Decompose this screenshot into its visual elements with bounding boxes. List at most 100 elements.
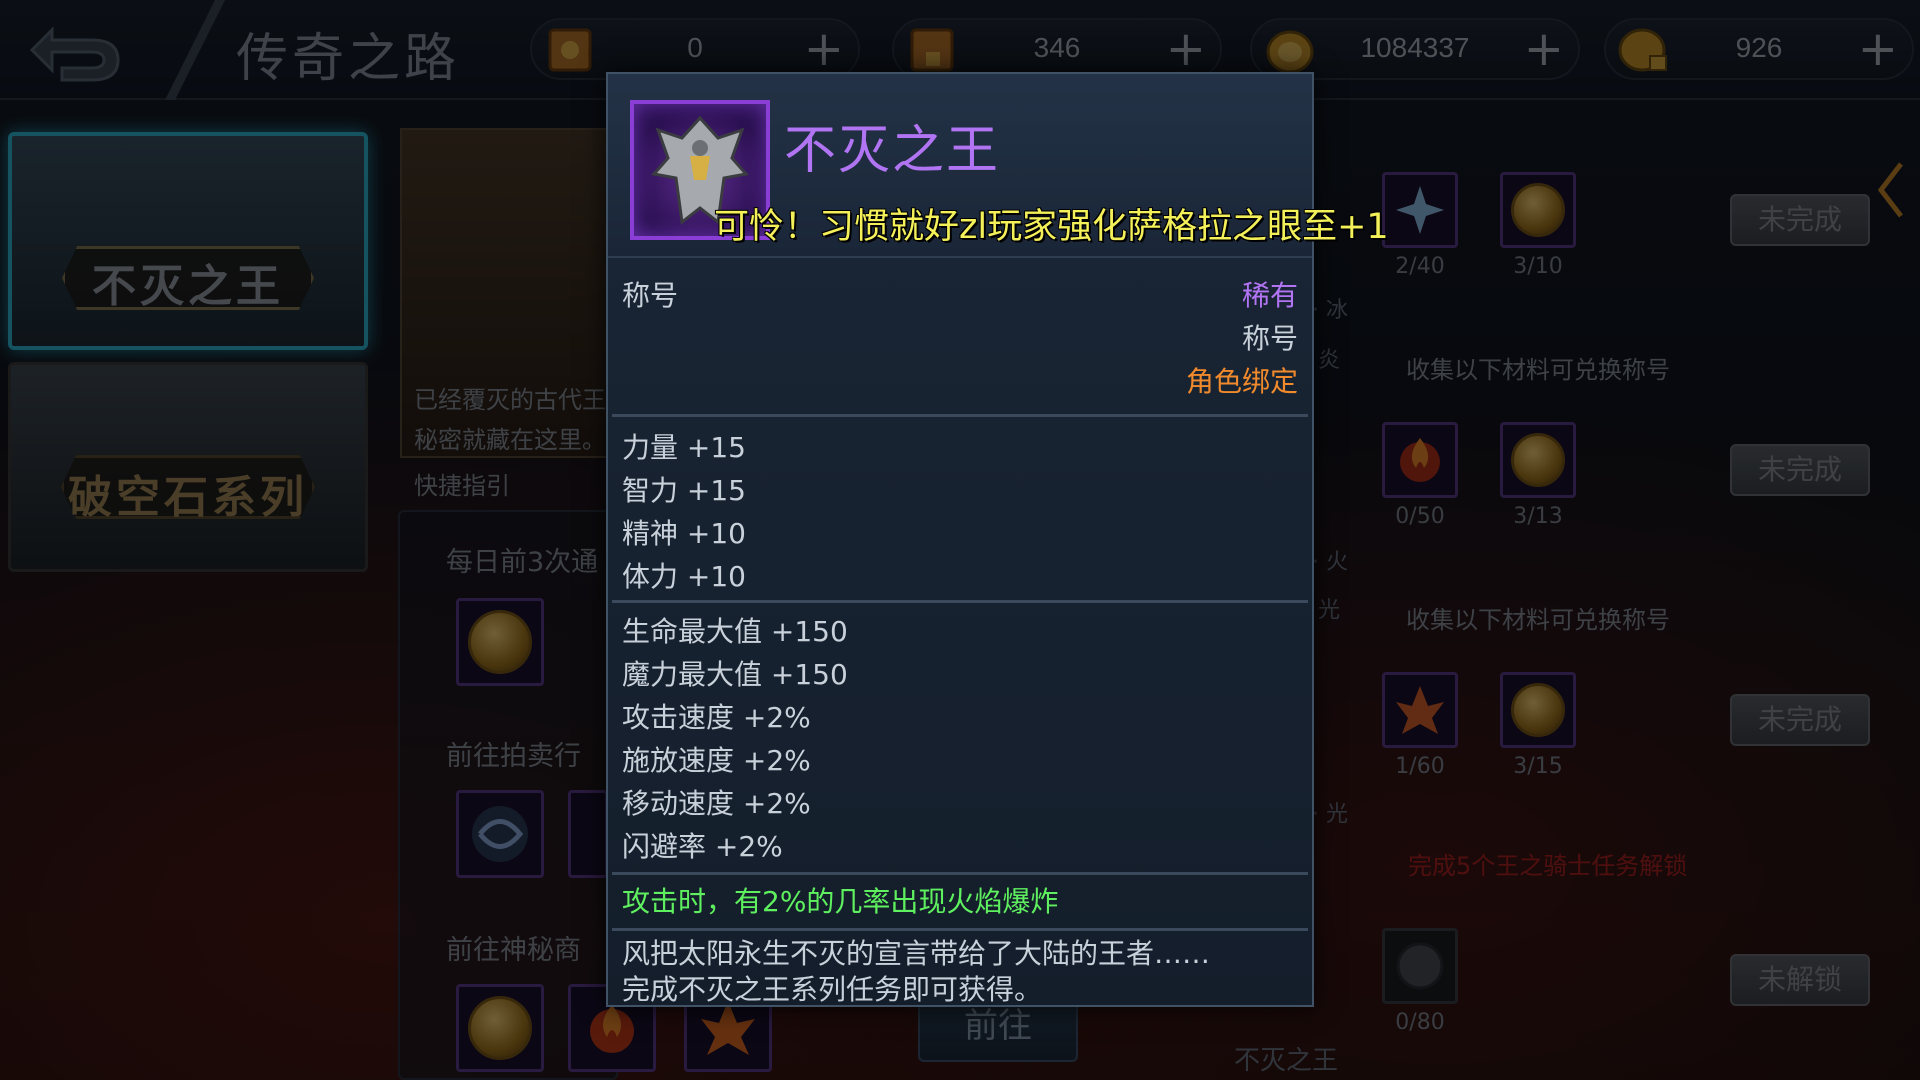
material-slot[interactable] xyxy=(456,790,544,878)
element-label: · 火 xyxy=(1312,550,1348,575)
exchange-row: 0/80 未解锁 xyxy=(1320,892,1880,1080)
material-count: 0/80 xyxy=(1395,1010,1445,1035)
add-button[interactable]: + xyxy=(1166,24,1206,74)
bottom-title-label: 不灭之王 xyxy=(1234,1046,1339,1076)
material-slot[interactable] xyxy=(1500,672,1576,748)
resource-scroll-2: 346 + xyxy=(892,18,1222,80)
resource-value: 926 xyxy=(1735,32,1783,63)
resource-value: 0 xyxy=(687,32,703,63)
stat-move-speed: 移动速度 +2% xyxy=(622,787,811,820)
element-label: · 冰 xyxy=(1312,298,1348,323)
material-count: 1/60 xyxy=(1395,754,1445,779)
type-label: 称号 xyxy=(622,279,679,312)
material-slot[interactable] xyxy=(1382,172,1458,248)
gold-coin-icon xyxy=(1266,30,1314,74)
stat-attack-speed: 攻击速度 +2% xyxy=(622,701,811,734)
reward-slot[interactable] xyxy=(456,598,544,686)
stat-vitality: 体力 +10 xyxy=(622,560,746,593)
material-count: 3/13 xyxy=(1513,504,1563,529)
title-slash-decoration xyxy=(165,0,225,100)
add-button[interactable]: + xyxy=(1524,24,1564,74)
item-meta-section: 称号 稀有 称号 角色绑定 xyxy=(622,274,1298,403)
system-broadcast: 可怜！习惯就好zl玩家强化萨格拉之眼至+1 xyxy=(714,207,1389,247)
title-exchange-panel: 2/40 3/10 未完成 收集以下材料可兑换称号 0/50 3/13 未完成 … xyxy=(1320,132,1880,1080)
meta-row: 称号 稀有 xyxy=(622,274,1298,317)
divider xyxy=(612,872,1308,875)
stat-max-hp: 生命最大值 +150 xyxy=(622,615,848,648)
add-button[interactable]: + xyxy=(804,24,844,74)
item-title: 不灭之王 xyxy=(784,121,1001,181)
stat-intelligence: 智力 +15 xyxy=(622,474,746,507)
back-button[interactable] xyxy=(22,8,132,90)
resource-bound-coin: 926 + xyxy=(1604,18,1914,80)
coin-icon xyxy=(1511,183,1565,237)
status-incomplete-button[interactable]: 未完成 xyxy=(1730,444,1870,496)
status-locked-button[interactable]: 未解锁 xyxy=(1730,954,1870,1006)
extra-stats-section: 生命最大值 +150 魔力最大值 +150 攻击速度 +2% 施放速度 +2% … xyxy=(622,610,1298,868)
add-button[interactable]: + xyxy=(1858,24,1898,74)
collect-hint: 收集以下材料可兑换称号 xyxy=(1406,606,1670,634)
stat-strength: 力量 +15 xyxy=(622,431,746,464)
mystery-shop-label: 前往神秘商 xyxy=(446,935,581,966)
flame-burst-icon xyxy=(1396,686,1444,734)
tooltip-header: 不灭之王 可怜！习惯就好zl玩家强化萨格拉之眼至+1 xyxy=(608,74,1389,258)
back-arrow-icon xyxy=(29,26,120,82)
stat-evasion: 闪避率 +2% xyxy=(622,830,783,863)
material-slot[interactable] xyxy=(1500,422,1576,498)
menu-item-immortal-king[interactable]: 不灭之王 xyxy=(8,132,368,350)
story-text-line2: 秘密就藏在这里。 xyxy=(414,426,606,454)
base-stats-section: 力量 +15 智力 +15 精神 +10 体力 +10 xyxy=(622,426,1298,598)
material-slot[interactable] xyxy=(1382,672,1458,748)
menu-item-void-stone[interactable]: 破空石系列 xyxy=(8,362,368,572)
story-text-line1: 已经覆灭的古代王 xyxy=(414,386,606,414)
coin-icon xyxy=(1511,683,1565,737)
effect-section: 攻击时，有2%的几率出现火焰爆炸 xyxy=(622,880,1298,920)
material-slot[interactable] xyxy=(1500,172,1576,248)
fire-soul-icon xyxy=(1400,438,1440,482)
bound-coin-icon xyxy=(1618,28,1667,72)
material-count: 2/40 xyxy=(1395,254,1445,279)
resource-value: 1084337 xyxy=(1360,32,1470,63)
special-effect: 攻击时，有2%的几率出现火焰爆炸 xyxy=(622,885,1059,918)
status-incomplete-button[interactable]: 未完成 xyxy=(1730,194,1870,246)
material-slot[interactable] xyxy=(1382,422,1458,498)
category-value: 称号 xyxy=(1241,322,1298,355)
material-count: 0/50 xyxy=(1395,504,1445,529)
resource-gold: 1084337 + xyxy=(1250,18,1580,80)
rarity-value: 稀有 xyxy=(1241,279,1298,312)
binding-value: 角色绑定 xyxy=(1185,365,1298,398)
resource-value: 346 xyxy=(1033,32,1081,63)
element-label: 炎 xyxy=(1318,348,1341,373)
meta-row: 角色绑定 xyxy=(622,360,1298,403)
element-label: · 光 xyxy=(1312,802,1348,827)
scroll-icon xyxy=(910,28,954,72)
reward-slot[interactable] xyxy=(456,984,544,1072)
element-label: 光 xyxy=(1318,598,1341,623)
exchange-row: 1/60 3/15 未完成 xyxy=(1320,632,1880,852)
menu-label: 不灭之王 xyxy=(92,261,284,312)
stat-cast-speed: 施放速度 +2% xyxy=(622,744,811,777)
stat-spirit: 精神 +10 xyxy=(622,517,746,550)
locked-medal-icon xyxy=(1396,942,1444,990)
auction-label: 前往拍卖行 xyxy=(446,741,581,772)
daily-quest-label: 每日前3次通 xyxy=(446,547,599,578)
status-incomplete-button[interactable]: 未完成 xyxy=(1730,694,1870,746)
scroll-icon xyxy=(548,28,592,72)
material-count: 3/10 xyxy=(1513,254,1563,279)
chevron-left-icon[interactable] xyxy=(1875,160,1905,220)
item-description-line2: 完成不灭之王系列任务即可获得。 xyxy=(622,973,1043,1006)
item-tooltip: 不灭之王 可怜！习惯就好zl玩家强化萨格拉之眼至+1 称号 稀有 称号 角色绑定… xyxy=(606,72,1389,1007)
meta-row: 称号 xyxy=(622,317,1298,360)
material-count: 3/15 xyxy=(1513,754,1563,779)
divider xyxy=(612,414,1308,417)
collect-hint: 收集以下材料可兑换称号 xyxy=(1406,356,1670,384)
coin-icon xyxy=(468,996,532,1060)
material-slot[interactable] xyxy=(1382,928,1458,1004)
exchange-row: 2/40 3/10 未完成 xyxy=(1320,132,1880,352)
quick-guide-label: 快捷指引 xyxy=(414,472,510,500)
exchange-row: 0/50 3/13 未完成 xyxy=(1320,382,1880,602)
soul-vortex-icon xyxy=(472,806,528,862)
menu-label: 破空石系列 xyxy=(68,472,308,523)
material-slot[interactable] xyxy=(568,790,608,878)
divider xyxy=(612,928,1308,931)
